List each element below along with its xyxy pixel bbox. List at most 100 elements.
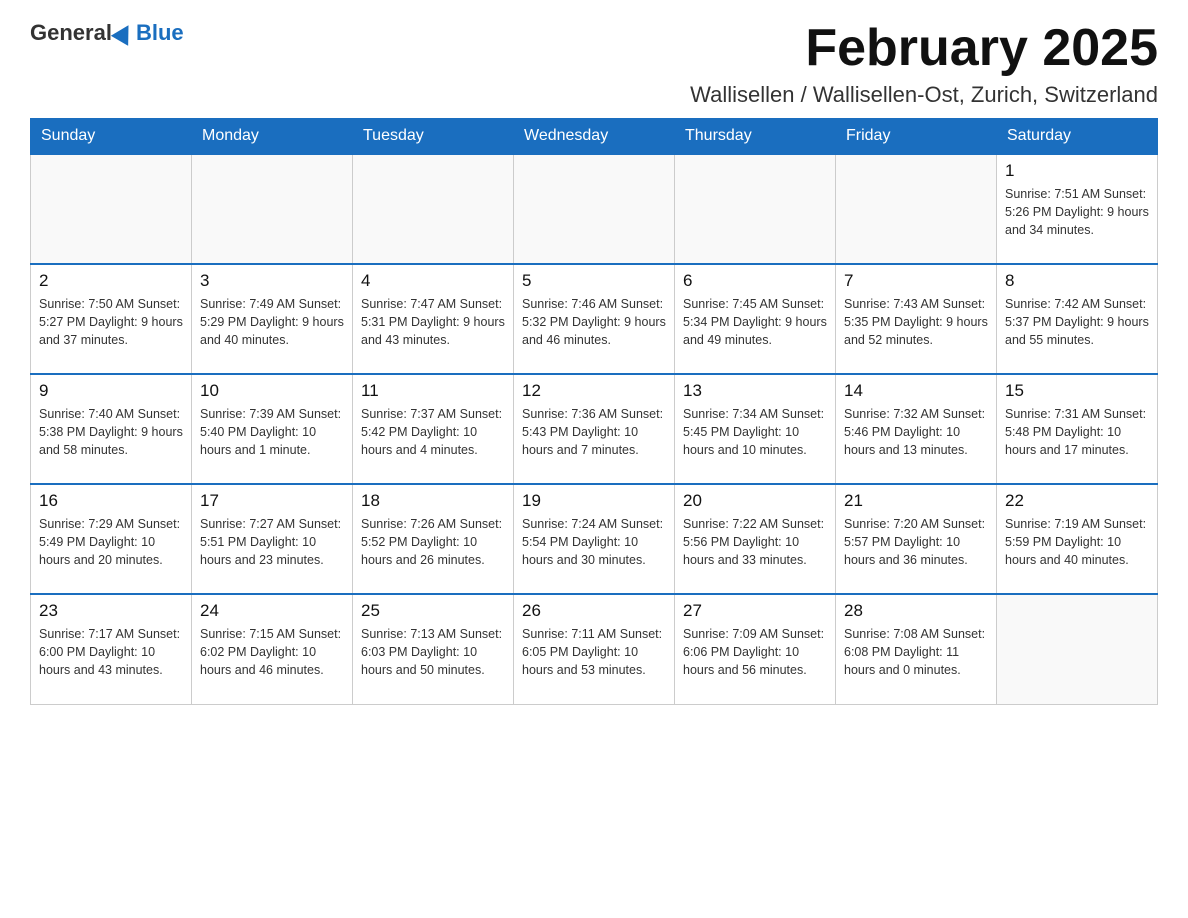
week-row-4: 16Sunrise: 7:29 AM Sunset: 5:49 PM Dayli…: [31, 484, 1158, 594]
week-row-1: 1Sunrise: 7:51 AM Sunset: 5:26 PM Daylig…: [31, 154, 1158, 264]
day-info: Sunrise: 7:09 AM Sunset: 6:06 PM Dayligh…: [683, 625, 827, 679]
calendar-cell: 6 Sunrise: 7:45 AM Sunset: 5:34 PM Daylig…: [675, 264, 836, 374]
calendar-cell: [192, 154, 353, 264]
calendar-cell: 5Sunrise: 7:46 AM Sunset: 5:32 PM Daylig…: [514, 264, 675, 374]
day-number: 14: [844, 381, 988, 401]
day-info: Sunrise: 7:43 AM Sunset: 5:35 PM Dayligh…: [844, 295, 988, 349]
day-number: 25: [361, 601, 505, 621]
calendar-cell: 28 Sunrise: 7:08 AM Sunset: 6:08 PM Dayli…: [836, 594, 997, 704]
calendar-cell: 20 Sunrise: 7:22 AM Sunset: 5:56 PM Dayli…: [675, 484, 836, 594]
calendar-cell: 23 Sunrise: 7:17 AM Sunset: 6:00 PM Dayli…: [31, 594, 192, 704]
day-number: 23: [39, 601, 183, 621]
day-number: 24: [200, 601, 344, 621]
day-info: Sunrise: 7:37 AM Sunset: 5:42 PM Dayligh…: [361, 405, 505, 459]
day-info: Sunrise: 7:24 AM Sunset: 5:54 PM Dayligh…: [522, 515, 666, 569]
day-info: Sunrise: 7:13 AM Sunset: 6:03 PM Dayligh…: [361, 625, 505, 679]
calendar-cell: 19Sunrise: 7:24 AM Sunset: 5:54 PM Dayli…: [514, 484, 675, 594]
day-info: Sunrise: 7:26 AM Sunset: 5:52 PM Dayligh…: [361, 515, 505, 569]
day-info: Sunrise: 7:31 AM Sunset: 5:48 PM Dayligh…: [1005, 405, 1149, 459]
day-number: 13: [683, 381, 827, 401]
day-number: 16: [39, 491, 183, 511]
day-number: 28: [844, 601, 988, 621]
day-info: Sunrise: 7:39 AM Sunset: 5:40 PM Dayligh…: [200, 405, 344, 459]
calendar-header-row: SundayMondayTuesdayWednesdayThursdayFrid…: [31, 119, 1158, 155]
title-area: February 2025 Wallisellen / Wallisellen-…: [690, 20, 1158, 108]
day-number: 20: [683, 491, 827, 511]
calendar-cell: 24 Sunrise: 7:15 AM Sunset: 6:02 PM Dayli…: [192, 594, 353, 704]
calendar-cell: 8 Sunrise: 7:42 AM Sunset: 5:37 PM Daylig…: [997, 264, 1158, 374]
day-header-tuesday: Tuesday: [353, 119, 514, 155]
calendar-cell: [353, 154, 514, 264]
calendar-cell: 18 Sunrise: 7:26 AM Sunset: 5:52 PM Dayli…: [353, 484, 514, 594]
calendar-cell: 12 Sunrise: 7:36 AM Sunset: 5:43 PM Dayli…: [514, 374, 675, 484]
day-number: 22: [1005, 491, 1149, 511]
calendar-cell: 15 Sunrise: 7:31 AM Sunset: 5:48 PM Dayli…: [997, 374, 1158, 484]
day-number: 17: [200, 491, 344, 511]
day-number: 6: [683, 271, 827, 291]
day-header-saturday: Saturday: [997, 119, 1158, 155]
day-info: Sunrise: 7:22 AM Sunset: 5:56 PM Dayligh…: [683, 515, 827, 569]
day-info: Sunrise: 7:45 AM Sunset: 5:34 PM Dayligh…: [683, 295, 827, 349]
day-number: 18: [361, 491, 505, 511]
day-number: 15: [1005, 381, 1149, 401]
calendar-cell: 17Sunrise: 7:27 AM Sunset: 5:51 PM Dayli…: [192, 484, 353, 594]
calendar-table: SundayMondayTuesdayWednesdayThursdayFrid…: [30, 118, 1158, 705]
day-info: Sunrise: 7:42 AM Sunset: 5:37 PM Dayligh…: [1005, 295, 1149, 349]
calendar-cell: 25 Sunrise: 7:13 AM Sunset: 6:03 PM Dayli…: [353, 594, 514, 704]
calendar-cell: 22 Sunrise: 7:19 AM Sunset: 5:59 PM Dayli…: [997, 484, 1158, 594]
calendar-cell: 2 Sunrise: 7:50 AM Sunset: 5:27 PM Daylig…: [31, 264, 192, 374]
calendar-cell: 27 Sunrise: 7:09 AM Sunset: 6:06 PM Dayli…: [675, 594, 836, 704]
calendar-cell: 21 Sunrise: 7:20 AM Sunset: 5:57 PM Dayli…: [836, 484, 997, 594]
day-info: Sunrise: 7:11 AM Sunset: 6:05 PM Dayligh…: [522, 625, 666, 679]
day-header-sunday: Sunday: [31, 119, 192, 155]
calendar-cell: 1Sunrise: 7:51 AM Sunset: 5:26 PM Daylig…: [997, 154, 1158, 264]
calendar-cell: 10Sunrise: 7:39 AM Sunset: 5:40 PM Dayli…: [192, 374, 353, 484]
calendar-cell: 4 Sunrise: 7:47 AM Sunset: 5:31 PM Daylig…: [353, 264, 514, 374]
day-number: 27: [683, 601, 827, 621]
day-info: Sunrise: 7:47 AM Sunset: 5:31 PM Dayligh…: [361, 295, 505, 349]
day-info: Sunrise: 7:19 AM Sunset: 5:59 PM Dayligh…: [1005, 515, 1149, 569]
calendar-cell: 16Sunrise: 7:29 AM Sunset: 5:49 PM Dayli…: [31, 484, 192, 594]
day-number: 9: [39, 381, 183, 401]
day-number: 7: [844, 271, 988, 291]
day-number: 2: [39, 271, 183, 291]
day-number: 4: [361, 271, 505, 291]
day-info: Sunrise: 7:40 AM Sunset: 5:38 PM Dayligh…: [39, 405, 183, 459]
logo: General Blue: [30, 20, 184, 46]
day-header-wednesday: Wednesday: [514, 119, 675, 155]
day-number: 21: [844, 491, 988, 511]
day-info: Sunrise: 7:32 AM Sunset: 5:46 PM Dayligh…: [844, 405, 988, 459]
logo-triangle-icon: [111, 20, 137, 46]
day-info: Sunrise: 7:36 AM Sunset: 5:43 PM Dayligh…: [522, 405, 666, 459]
day-number: 11: [361, 381, 505, 401]
calendar-cell: [514, 154, 675, 264]
day-info: Sunrise: 7:50 AM Sunset: 5:27 PM Dayligh…: [39, 295, 183, 349]
calendar-cell: [997, 594, 1158, 704]
calendar-cell: 9 Sunrise: 7:40 AM Sunset: 5:38 PM Daylig…: [31, 374, 192, 484]
day-number: 5: [522, 271, 666, 291]
day-info: Sunrise: 7:08 AM Sunset: 6:08 PM Dayligh…: [844, 625, 988, 679]
calendar-cell: [675, 154, 836, 264]
day-number: 26: [522, 601, 666, 621]
day-info: Sunrise: 7:49 AM Sunset: 5:29 PM Dayligh…: [200, 295, 344, 349]
day-number: 8: [1005, 271, 1149, 291]
logo-blue-text: Blue: [136, 20, 184, 46]
day-header-friday: Friday: [836, 119, 997, 155]
day-info: Sunrise: 7:20 AM Sunset: 5:57 PM Dayligh…: [844, 515, 988, 569]
calendar-cell: 26 Sunrise: 7:11 AM Sunset: 6:05 PM Dayli…: [514, 594, 675, 704]
calendar-cell: [836, 154, 997, 264]
calendar-cell: 11 Sunrise: 7:37 AM Sunset: 5:42 PM Dayli…: [353, 374, 514, 484]
day-info: Sunrise: 7:34 AM Sunset: 5:45 PM Dayligh…: [683, 405, 827, 459]
day-number: 12: [522, 381, 666, 401]
page-header: General Blue February 2025 Wallisellen /…: [30, 20, 1158, 108]
location-title: Wallisellen / Wallisellen-Ost, Zurich, S…: [690, 82, 1158, 108]
calendar-cell: 14 Sunrise: 7:32 AM Sunset: 5:46 PM Dayli…: [836, 374, 997, 484]
day-info: Sunrise: 7:15 AM Sunset: 6:02 PM Dayligh…: [200, 625, 344, 679]
month-title: February 2025: [690, 20, 1158, 77]
calendar-cell: 3Sunrise: 7:49 AM Sunset: 5:29 PM Daylig…: [192, 264, 353, 374]
day-info: Sunrise: 7:17 AM Sunset: 6:00 PM Dayligh…: [39, 625, 183, 679]
calendar-cell: 13 Sunrise: 7:34 AM Sunset: 5:45 PM Dayli…: [675, 374, 836, 484]
day-number: 1: [1005, 161, 1149, 181]
week-row-2: 2 Sunrise: 7:50 AM Sunset: 5:27 PM Daylig…: [31, 264, 1158, 374]
calendar-cell: [31, 154, 192, 264]
